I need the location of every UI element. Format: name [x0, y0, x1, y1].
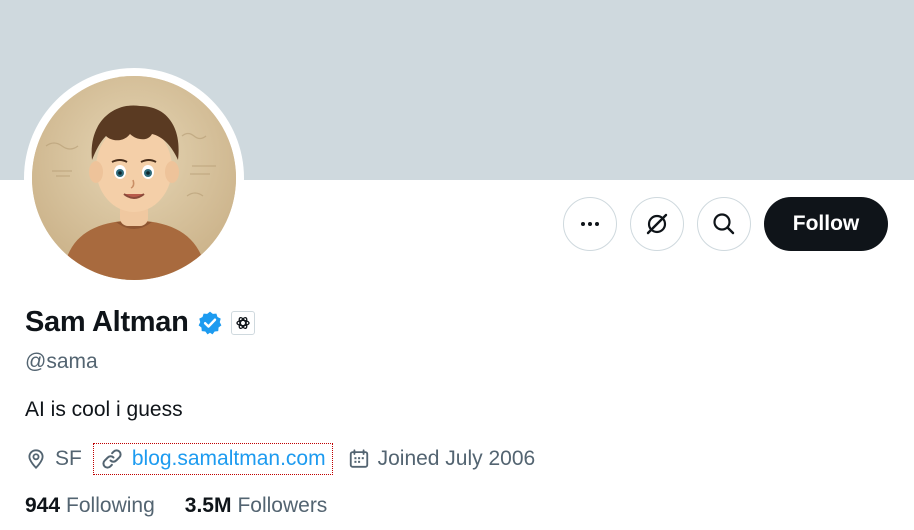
joined-item: Joined July 2006	[348, 447, 536, 471]
website-text[interactable]: blog.samaltman.com	[132, 447, 326, 471]
grok-icon	[646, 213, 668, 235]
following-stat[interactable]: 944 Following	[25, 494, 155, 518]
calendar-icon	[349, 449, 368, 468]
avatar-illustration	[32, 76, 236, 280]
search-button[interactable]	[697, 197, 751, 251]
more-horizontal-icon	[581, 222, 599, 226]
website-link[interactable]: blog.samaltman.com	[92, 443, 333, 475]
follow-stats: 944 Following 3.5M Followers	[25, 494, 357, 518]
display-name: Sam Altman	[25, 306, 189, 338]
name-row: Sam Altman	[25, 306, 255, 339]
location-text: SF	[55, 447, 82, 470]
followers-label: Followers	[237, 494, 328, 517]
verified-badge-icon[interactable]	[197, 310, 223, 336]
joined-text: Joined July 2006	[377, 447, 536, 470]
user-bio: AI is cool i guess	[25, 398, 183, 421]
following-count: 944	[25, 494, 61, 517]
location-item: SF	[25, 447, 82, 471]
followers-count: 3.5M	[184, 494, 232, 517]
following-label: Following	[66, 494, 155, 517]
profile-page: Follow Sam Altman @sama AI is cool i gue…	[0, 0, 914, 530]
followers-stat[interactable]: 3.5M Followers	[185, 494, 328, 518]
avatar[interactable]	[32, 76, 236, 280]
user-handle: @sama	[25, 350, 98, 373]
grok-button[interactable]	[630, 197, 684, 251]
more-button[interactable]	[563, 197, 617, 251]
link-icon	[102, 449, 122, 469]
openai-logo-icon[interactable]	[230, 310, 255, 335]
search-icon	[713, 213, 735, 235]
profile-meta: SF blog.samaltman.com Joined July 2006	[25, 443, 536, 475]
location-pin-icon	[28, 449, 44, 469]
follow-button[interactable]: Follow	[764, 197, 888, 251]
